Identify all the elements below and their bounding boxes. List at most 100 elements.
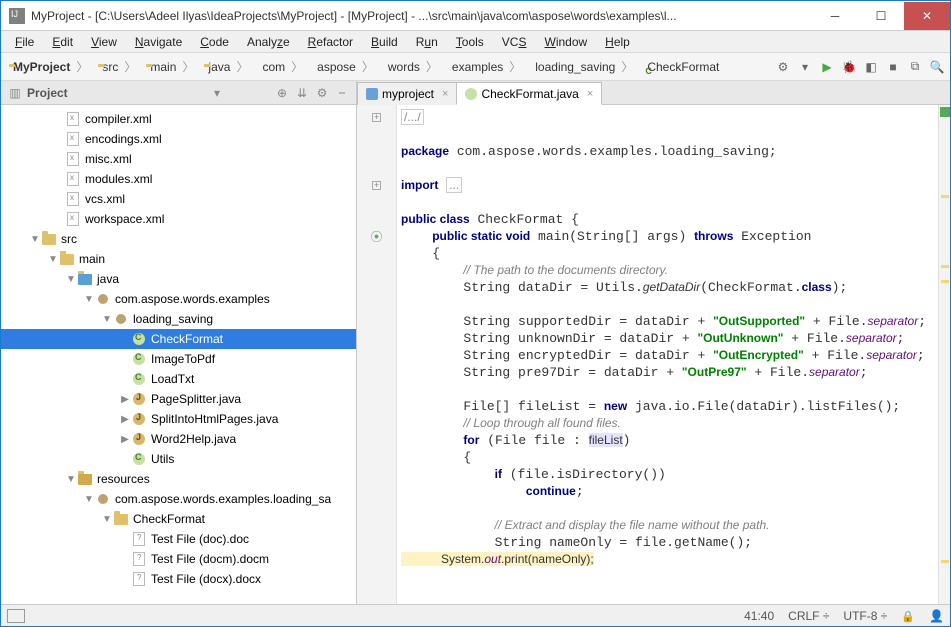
close-tab-icon[interactable]: ×: [438, 88, 448, 100]
crumb-aspose[interactable]: aspose〉: [309, 56, 380, 78]
tree-file-workspace[interactable]: workspace.xml: [1, 209, 356, 229]
tree-file-pagesplitter[interactable]: ▶PageSplitter.java: [1, 389, 356, 409]
coverage-icon[interactable]: ◧: [862, 58, 880, 76]
workspace: ▥ Project ▾ ⊕ ⇊ ⚙ ⎯ compiler.xml encodin…: [1, 81, 950, 604]
navbar: MyProject〉 src〉 main〉 java〉 com〉 aspose〉…: [1, 53, 950, 81]
crumb-loading-saving[interactable]: loading_saving〉: [527, 56, 639, 78]
error-stripe[interactable]: [938, 105, 950, 604]
crumb-com[interactable]: com〉: [254, 56, 309, 78]
hide-panel-icon[interactable]: ⎯: [334, 85, 350, 101]
readonly-lock-icon[interactable]: [901, 609, 915, 623]
warning-mark[interactable]: [941, 280, 949, 283]
close-button[interactable]: ✕: [904, 2, 950, 30]
editor-body: + + ⦿ /.../ package com.aspose.words.exa…: [357, 105, 950, 604]
warning-mark[interactable]: [941, 560, 949, 563]
search-icon[interactable]: 🔍: [928, 58, 946, 76]
fold-toggle-icon[interactable]: +: [372, 113, 381, 122]
crumb-main[interactable]: main〉: [142, 56, 200, 78]
project-panel: ▥ Project ▾ ⊕ ⇊ ⚙ ⎯ compiler.xml encodin…: [1, 81, 357, 604]
titlebar: MyProject - [C:\Users\Adeel Ilyas\IdeaPr…: [1, 1, 950, 31]
tree-resources[interactable]: ▼resources: [1, 469, 356, 489]
tree-file-splitintohtml[interactable]: ▶SplitIntoHtmlPages.java: [1, 409, 356, 429]
tree-class-loadtxt[interactable]: LoadTxt: [1, 369, 356, 389]
gutter[interactable]: + + ⦿: [357, 105, 397, 604]
menu-build[interactable]: Build: [363, 33, 406, 51]
menu-navigate[interactable]: Navigate: [127, 33, 190, 51]
debug-icon[interactable]: 🐞: [840, 58, 858, 76]
scroll-from-source-icon[interactable]: ⊕: [274, 85, 290, 101]
warning-mark[interactable]: [941, 195, 949, 198]
tree-src[interactable]: ▼src: [1, 229, 356, 249]
run-config-icon[interactable]: ⚙: [774, 58, 792, 76]
toolbar-right: ⚙ ▾ ▶ 🐞 ◧ ■ ⧉ 🔍: [774, 58, 946, 76]
project-tool-icon[interactable]: ▥: [7, 85, 23, 101]
menu-analyze[interactable]: Analyze: [239, 33, 298, 51]
window-title: MyProject - [C:\Users\Adeel Ilyas\IdeaPr…: [31, 9, 812, 23]
folded-region[interactable]: /.../: [401, 109, 424, 125]
tree-file-word2help[interactable]: ▶Word2Help.java: [1, 429, 356, 449]
tree-testfile-docm[interactable]: Test File (docm).docm: [1, 549, 356, 569]
warning-mark[interactable]: [941, 265, 949, 268]
tree-pkg-examples[interactable]: ▼com.aspose.words.examples: [1, 289, 356, 309]
menu-help[interactable]: Help: [597, 33, 638, 51]
maximize-button[interactable]: ☐: [858, 2, 904, 30]
tab-myproject[interactable]: myproject×: [357, 82, 457, 105]
minimize-button[interactable]: ─: [812, 2, 858, 30]
run-dropdown-icon[interactable]: ▾: [796, 58, 814, 76]
caret-position[interactable]: 41:40: [744, 609, 774, 623]
menu-edit[interactable]: Edit: [44, 33, 81, 51]
line-separator[interactable]: CRLF ÷: [788, 609, 829, 623]
menu-window[interactable]: Window: [536, 33, 595, 51]
menu-vcs[interactable]: VCS: [494, 33, 535, 51]
tab-checkformat[interactable]: CheckFormat.java×: [456, 82, 602, 105]
tree-main[interactable]: ▼main: [1, 249, 356, 269]
settings-icon[interactable]: ⚙: [314, 85, 330, 101]
project-view-dropdown[interactable]: ▾: [214, 86, 270, 100]
inspection-ok-icon: [940, 107, 950, 117]
crumb-examples[interactable]: examples〉: [444, 56, 527, 78]
tree-res-pkg[interactable]: ▼com.aspose.words.examples.loading_sa: [1, 489, 356, 509]
menu-run[interactable]: Run: [408, 33, 446, 51]
collapse-all-icon[interactable]: ⇊: [294, 85, 310, 101]
class-icon: [465, 88, 477, 100]
tree-file-vcs[interactable]: vcs.xml: [1, 189, 356, 209]
tree-testfile-doc[interactable]: Test File (doc).doc: [1, 529, 356, 549]
tree-class-imagetopdf[interactable]: ImageToPdf: [1, 349, 356, 369]
project-tree[interactable]: compiler.xml encodings.xml misc.xml modu…: [1, 105, 356, 604]
fold-toggle-icon[interactable]: +: [372, 181, 381, 190]
tree-class-utils[interactable]: Utils: [1, 449, 356, 469]
intellij-icon: [9, 8, 25, 24]
tree-file-encodings[interactable]: encodings.xml: [1, 129, 356, 149]
file-encoding[interactable]: UTF-8 ÷: [843, 609, 887, 623]
hector-icon[interactable]: 👤: [929, 609, 944, 623]
run-gutter-icon[interactable]: ⦿: [370, 230, 382, 244]
tree-class-checkformat[interactable]: CheckFormat: [1, 329, 356, 349]
tree-java[interactable]: ▼java: [1, 269, 356, 289]
statusbar: 41:40 CRLF ÷ UTF-8 ÷ 👤: [1, 604, 950, 626]
stop-icon[interactable]: ■: [884, 58, 902, 76]
menu-file[interactable]: File: [7, 33, 42, 51]
crumb-src[interactable]: src〉: [94, 56, 142, 78]
tree-res-checkformat[interactable]: ▼CheckFormat: [1, 509, 356, 529]
tree-file-compiler[interactable]: compiler.xml: [1, 109, 356, 129]
tree-file-misc[interactable]: misc.xml: [1, 149, 356, 169]
code-editor[interactable]: /.../ package com.aspose.words.examples.…: [397, 105, 938, 604]
crumb-project[interactable]: MyProject〉: [5, 56, 94, 78]
menu-view[interactable]: View: [83, 33, 125, 51]
run-icon[interactable]: ▶: [818, 58, 836, 76]
close-tab-icon[interactable]: ×: [583, 88, 593, 100]
menu-tools[interactable]: Tools: [448, 33, 492, 51]
project-panel-header: ▥ Project ▾ ⊕ ⇊ ⚙ ⎯: [1, 81, 356, 105]
tree-file-modules[interactable]: modules.xml: [1, 169, 356, 189]
crumb-words[interactable]: words〉: [380, 56, 444, 78]
menubar: File Edit View Navigate Code Analyze Ref…: [1, 31, 950, 53]
menu-code[interactable]: Code: [192, 33, 237, 51]
tree-pkg-loading-saving[interactable]: ▼loading_saving: [1, 309, 356, 329]
tool-windows-icon[interactable]: [7, 609, 25, 623]
crumb-checkformat[interactable]: CheckFormat: [639, 56, 723, 78]
menu-refactor[interactable]: Refactor: [300, 33, 361, 51]
window-controls: ─ ☐ ✕: [812, 2, 950, 30]
crumb-java[interactable]: java〉: [200, 56, 254, 78]
project-structure-icon[interactable]: ⧉: [906, 58, 924, 76]
tree-testfile-docx[interactable]: Test File (docx).docx: [1, 569, 356, 589]
